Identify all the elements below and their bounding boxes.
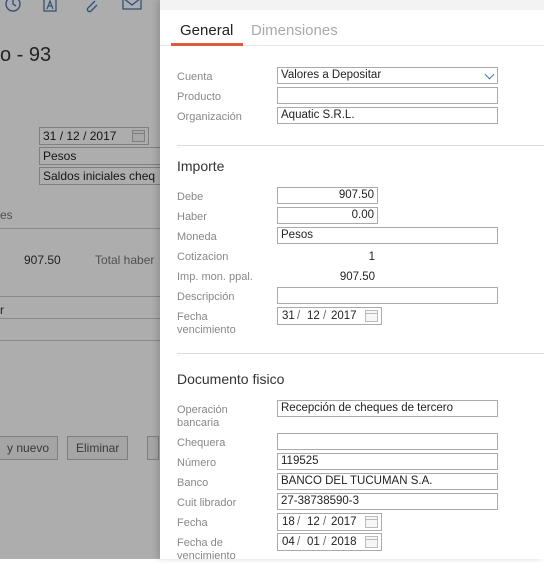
organizacion-label: Organización <box>177 111 242 123</box>
operacion-bancaria-label: Operación bancaria <box>177 404 228 430</box>
cuenta-label: Cuenta <box>177 71 213 83</box>
fecha-de-vencimiento-input[interactable]: 04 / 01 / 2018 <box>277 533 382 551</box>
date-day: 31 <box>282 310 295 322</box>
date-month: 01 <box>307 536 320 548</box>
organizacion-input[interactable]: Aquatic S.R.L. <box>277 107 498 124</box>
chevron-down-icon[interactable] <box>484 69 495 80</box>
operacion-label-line2: bancaria <box>177 417 220 429</box>
moneda-input[interactable]: Pesos <box>277 227 498 244</box>
date-separator: / <box>297 310 301 322</box>
operacion-label-line1: Operación <box>177 404 228 416</box>
producto-label: Producto <box>177 91 222 103</box>
fecha-vencimiento-input[interactable]: 31 / 12 / 2017 <box>277 307 382 325</box>
panel-header-strip <box>160 0 544 10</box>
calendar-icon[interactable] <box>365 516 378 528</box>
operacion-bancaria-input[interactable]: Recepción de cheques de tercero <box>277 400 498 417</box>
debe-label: Debe <box>177 191 204 203</box>
debe-input[interactable]: 907.50 <box>277 187 378 204</box>
calendar-icon[interactable] <box>365 536 378 548</box>
cuit-librador-label: Cuit librador <box>177 497 237 509</box>
date-separator: / <box>297 536 301 548</box>
haber-label: Haber <box>177 211 207 223</box>
date-month: 12 <box>307 516 320 528</box>
chequera-label: Chequera <box>177 437 226 449</box>
date-separator: / <box>323 536 327 548</box>
calendar-icon[interactable] <box>365 310 378 322</box>
fecha-de-vencimiento-label-line2: vencimiento <box>177 550 236 562</box>
date-day: 04 <box>282 536 295 548</box>
numero-input[interactable]: 119525 <box>277 453 498 470</box>
date-separator: / <box>323 516 327 528</box>
cuenta-select[interactable]: Valores a Depositar <box>277 67 498 84</box>
date-year: 2017 <box>331 310 357 322</box>
imp-mon-ppal-label: Imp. mon. ppal. <box>177 271 253 283</box>
imp-mon-ppal-value: 907.50 <box>339 271 375 283</box>
moneda-label: Moneda <box>177 231 217 243</box>
banco-input[interactable]: BANCO DEL TUCUMAN S.A. <box>277 473 498 490</box>
modal-overlay[interactable] <box>0 0 160 559</box>
date-month: 12 <box>307 310 320 322</box>
fecha-vencimiento-label-line1: Fecha <box>177 311 208 323</box>
fecha-de-vencimiento-label-line1: Fecha de <box>177 537 223 549</box>
importe-title: Importe <box>177 158 225 174</box>
section-divider <box>177 145 544 146</box>
fecha-label: Fecha <box>177 517 208 529</box>
active-tab-indicator <box>171 43 243 46</box>
cuit-librador-input[interactable]: 27-38738590-3 <box>277 493 498 510</box>
cotizacion-label: Cotizacion <box>177 251 229 263</box>
chequera-input[interactable] <box>277 433 498 450</box>
date-day: 18 <box>282 516 295 528</box>
haber-input[interactable]: 0.00 <box>277 207 378 224</box>
date-year: 2017 <box>331 516 357 528</box>
descripcion-label: Descripción <box>177 291 235 303</box>
cotizacion-value: 1 <box>368 251 375 263</box>
banco-label: Banco <box>177 477 209 489</box>
cuenta-value: Valores a Depositar <box>281 69 382 81</box>
date-separator: / <box>297 516 301 528</box>
date-separator: / <box>323 310 327 322</box>
fecha-input[interactable]: 18 / 12 / 2017 <box>277 513 382 531</box>
fecha-vencimiento-label: Fecha vencimiento <box>177 311 236 337</box>
numero-label: Número <box>177 457 217 469</box>
section-divider <box>177 353 544 354</box>
date-year: 2018 <box>331 536 357 548</box>
tab-dimensiones[interactable]: Dimensiones <box>251 22 338 39</box>
documento-title: Documento fisico <box>177 371 285 387</box>
fecha-de-vencimiento-label: Fecha de vencimiento <box>177 537 236 563</box>
fecha-vencimiento-label-line2: vencimiento <box>177 324 236 336</box>
descripcion-input[interactable] <box>277 287 498 304</box>
tab-general[interactable]: General <box>180 22 233 39</box>
producto-input[interactable] <box>277 87 498 104</box>
